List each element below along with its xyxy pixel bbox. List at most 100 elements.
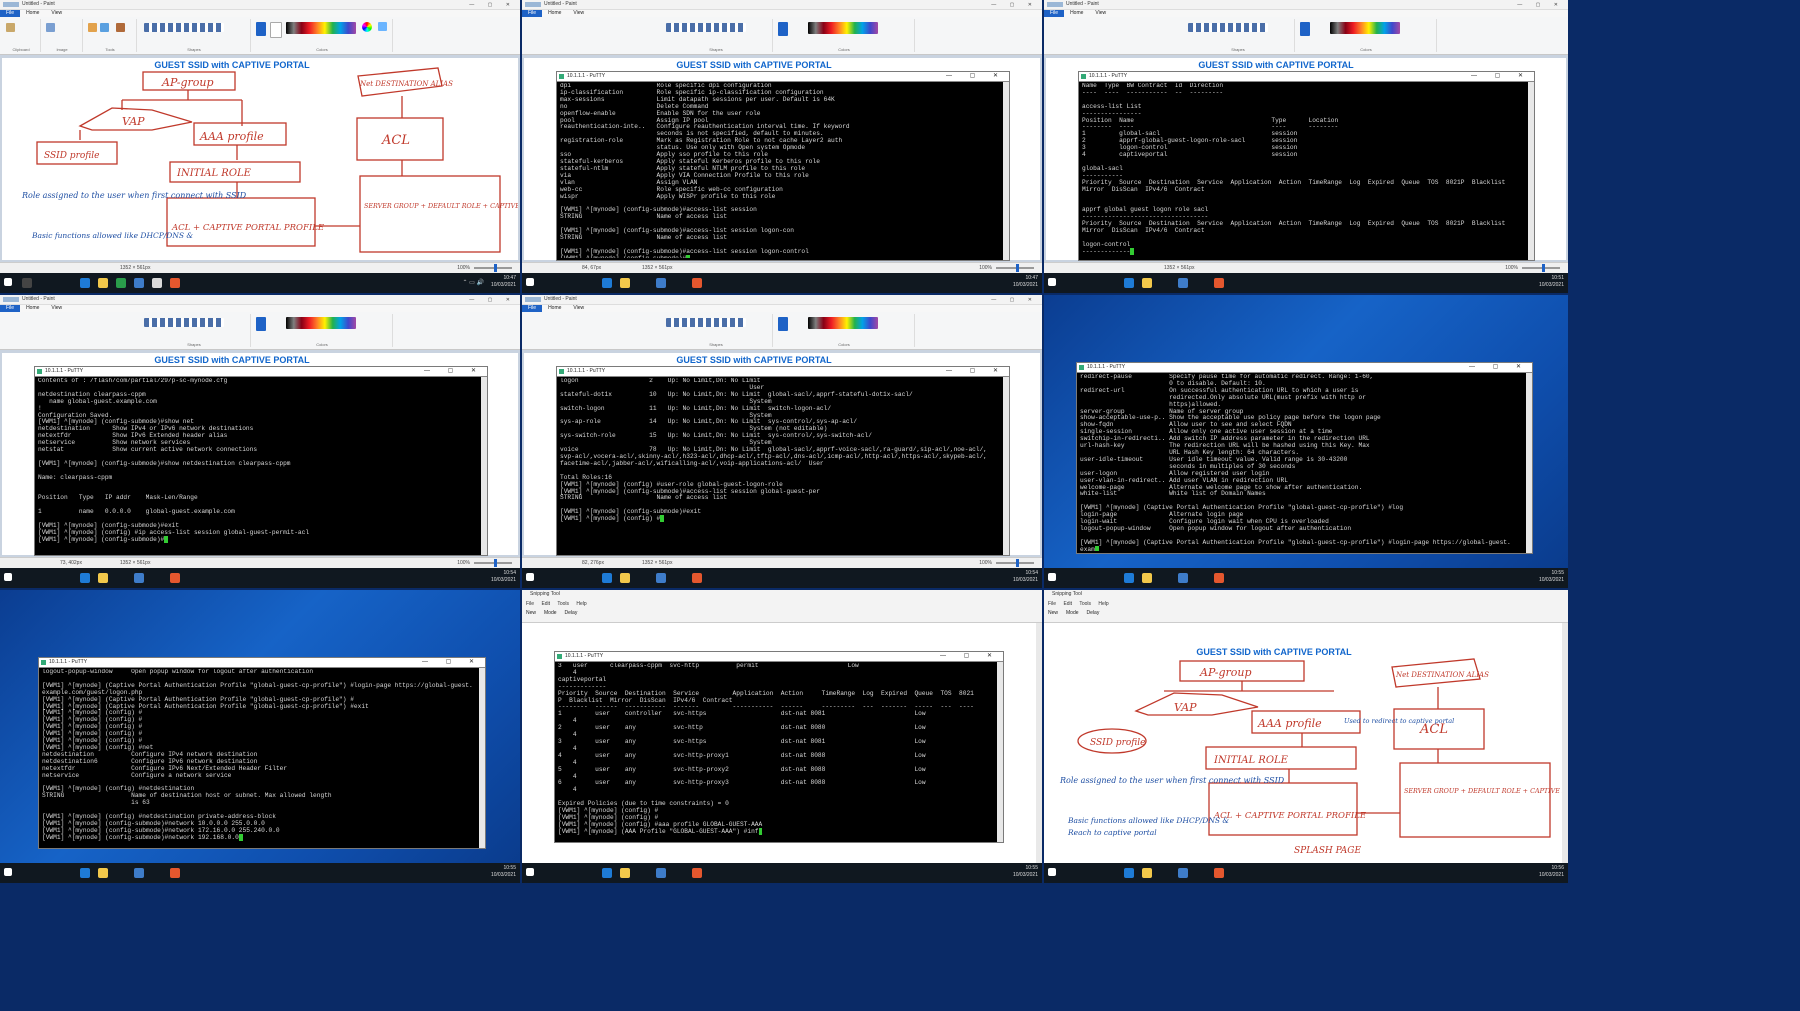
clock[interactable]: 10:54 10/03/2021	[1013, 570, 1038, 584]
color1-icon[interactable]	[778, 22, 788, 36]
scrollbar[interactable]	[1003, 82, 1009, 260]
paint-page[interactable]: GUEST SSID with CAPTIVE PORTAL 10.1.1.1 …	[1046, 58, 1566, 261]
putty-window-controls[interactable]: — ▢ ✕	[940, 652, 1000, 661]
start-icon[interactable]	[1048, 573, 1056, 581]
shapes-icon[interactable]	[144, 318, 224, 327]
fill-icon[interactable]	[100, 23, 109, 32]
menu-home[interactable]: Home	[20, 305, 45, 312]
edge-icon[interactable]	[80, 278, 90, 288]
paint-icon[interactable]	[692, 573, 702, 583]
window-controls[interactable]: — ▢ ✕	[991, 296, 1038, 305]
edit-colors-icon[interactable]	[362, 22, 372, 32]
delay-button[interactable]: Delay	[565, 610, 578, 616]
menu-home[interactable]: Home	[542, 10, 567, 17]
palette-swatches[interactable]	[286, 317, 356, 329]
mode-button[interactable]: Mode	[1066, 610, 1079, 616]
terminal-output[interactable]: Name Type BW Contract Id Direction ---- …	[1082, 83, 1526, 258]
edge-icon[interactable]	[602, 868, 612, 878]
paint-icon[interactable]	[692, 278, 702, 288]
window-controls[interactable]: — ▢ ✕	[1517, 1, 1564, 10]
edge-icon[interactable]	[1124, 868, 1134, 878]
start-icon[interactable]	[4, 573, 12, 581]
menu-view[interactable]: View	[1089, 10, 1112, 17]
paint-icon[interactable]	[692, 868, 702, 878]
search-icon[interactable]	[22, 278, 32, 288]
snip-menu[interactable]: File Edit Tools Help	[1048, 601, 1109, 607]
putty-window[interactable]: 10.1.1.1 - PuTTY — ▢ ✕ Name Type BW Contr…	[1078, 71, 1535, 261]
paint-page[interactable]: GUEST SSID with CAPTIVE PORTAL 10.1.1.1 …	[524, 58, 1040, 261]
putty-icon[interactable]	[656, 868, 666, 878]
paint-icon[interactable]	[170, 868, 180, 878]
shapes-icon[interactable]	[1188, 23, 1268, 32]
window-controls[interactable]: — ▢ ✕	[469, 1, 516, 10]
scrollbar[interactable]	[1003, 377, 1009, 555]
putty-icon[interactable]	[134, 573, 144, 583]
delay-button[interactable]: Delay	[1087, 610, 1100, 616]
shapes-icon[interactable]	[666, 318, 746, 327]
putty-window[interactable]: 10.1.1.1 - PuTTY — ▢ ✕ 3 user clearpass-c…	[554, 651, 1004, 843]
zoom-slider[interactable]	[1522, 264, 1560, 272]
app-icon[interactable]	[152, 278, 162, 288]
menu-file[interactable]: File	[522, 10, 543, 17]
color1-icon[interactable]	[778, 317, 788, 331]
edge-icon[interactable]	[602, 573, 612, 583]
window-controls[interactable]: — ▢ ✕	[991, 1, 1038, 10]
clock[interactable]: 10:54 10/03/2021	[491, 570, 516, 584]
paint-page[interactable]: GUEST SSID with CAPTIVE PORTAL 10.1.1.1 …	[2, 353, 518, 556]
paint-page[interactable]: GUEST SSID with CAPTIVE PORTAL AP-group …	[2, 58, 518, 260]
putty-window-controls[interactable]: — ▢ ✕	[946, 367, 1006, 376]
putty-icon[interactable]	[1178, 278, 1188, 288]
start-icon[interactable]	[526, 868, 534, 876]
menu-view[interactable]: View	[45, 305, 68, 312]
putty-icon[interactable]	[1178, 868, 1188, 878]
folder-icon[interactable]	[1142, 573, 1152, 583]
start-icon[interactable]	[526, 573, 534, 581]
start-icon[interactable]	[4, 868, 12, 876]
tray-icons[interactable]: ⌃ ▭ 🔊	[462, 279, 484, 286]
terminal-output[interactable]: dpi Role specific dpi configuration ip-c…	[560, 83, 1001, 258]
paint-icon[interactable]	[170, 573, 180, 583]
snip-menu[interactable]: File Edit Tools Help	[526, 601, 587, 607]
start-icon[interactable]	[526, 278, 534, 286]
putty-icon[interactable]	[1178, 573, 1188, 583]
snip-canvas[interactable]: 10.1.1.1 - PuTTY — ▢ ✕ 3 user clearpass-c…	[522, 623, 1036, 863]
folder-icon[interactable]	[620, 278, 630, 288]
scrollbar[interactable]	[1526, 373, 1532, 553]
putty-window[interactable]: 10.1.1.1 - PuTTY — ▢ ✕ logon 2 Up: No Lim…	[556, 366, 1010, 556]
menu-file[interactable]: File	[1044, 10, 1065, 17]
terminal-output[interactable]: redirect-pause Specify pause time for au…	[1080, 374, 1524, 551]
clock[interactable]: 10:56 10/03/2021	[1539, 865, 1564, 879]
putty-window[interactable]: 10.1.1.1 - PuTTY — ▢ ✕ Contents of : /fla…	[34, 366, 488, 556]
color1-icon[interactable]	[1300, 22, 1310, 36]
color1-icon[interactable]	[256, 22, 266, 36]
edge-icon[interactable]	[80, 868, 90, 878]
menu-home[interactable]: Home	[20, 10, 45, 17]
folder-icon[interactable]	[98, 868, 108, 878]
paint-icon[interactable]	[1214, 573, 1224, 583]
terminal-output[interactable]: logon 2 Up: No Limit,Dn: No Limit User s…	[560, 378, 1001, 553]
scrollbar[interactable]	[479, 668, 485, 848]
folder-icon[interactable]	[98, 573, 108, 583]
select-icon[interactable]	[46, 23, 55, 32]
menu-view[interactable]: View	[567, 305, 590, 312]
new-button[interactable]: New	[526, 610, 536, 616]
paint3d-icon[interactable]	[378, 22, 387, 31]
folder-icon[interactable]	[620, 573, 630, 583]
folder-icon[interactable]	[1142, 278, 1152, 288]
edge-icon[interactable]	[80, 573, 90, 583]
terminal-output[interactable]: 3 user clearpass-cppm svc-http permit Lo…	[558, 663, 995, 840]
palette-swatches[interactable]	[808, 317, 878, 329]
scrollbar[interactable]	[481, 377, 487, 555]
menu-home[interactable]: Home	[1064, 10, 1089, 17]
snip-canvas[interactable]: GUEST SSID with CAPTIVE PORTAL AP-group …	[1044, 623, 1562, 863]
terminal-output[interactable]: Contents of : /flash/com/partial/29/p-sc…	[38, 378, 479, 553]
start-icon[interactable]	[1048, 278, 1056, 286]
scrollbar[interactable]	[1528, 82, 1534, 260]
window-controls[interactable]: — ▢ ✕	[469, 296, 516, 305]
menu-home[interactable]: Home	[542, 305, 567, 312]
paint-icon[interactable]	[170, 278, 180, 288]
clock[interactable]: 10:55 10/03/2021	[491, 865, 516, 879]
zoom-slider[interactable]	[996, 264, 1034, 272]
start-icon[interactable]	[1048, 868, 1056, 876]
scrollbar[interactable]	[997, 662, 1003, 842]
